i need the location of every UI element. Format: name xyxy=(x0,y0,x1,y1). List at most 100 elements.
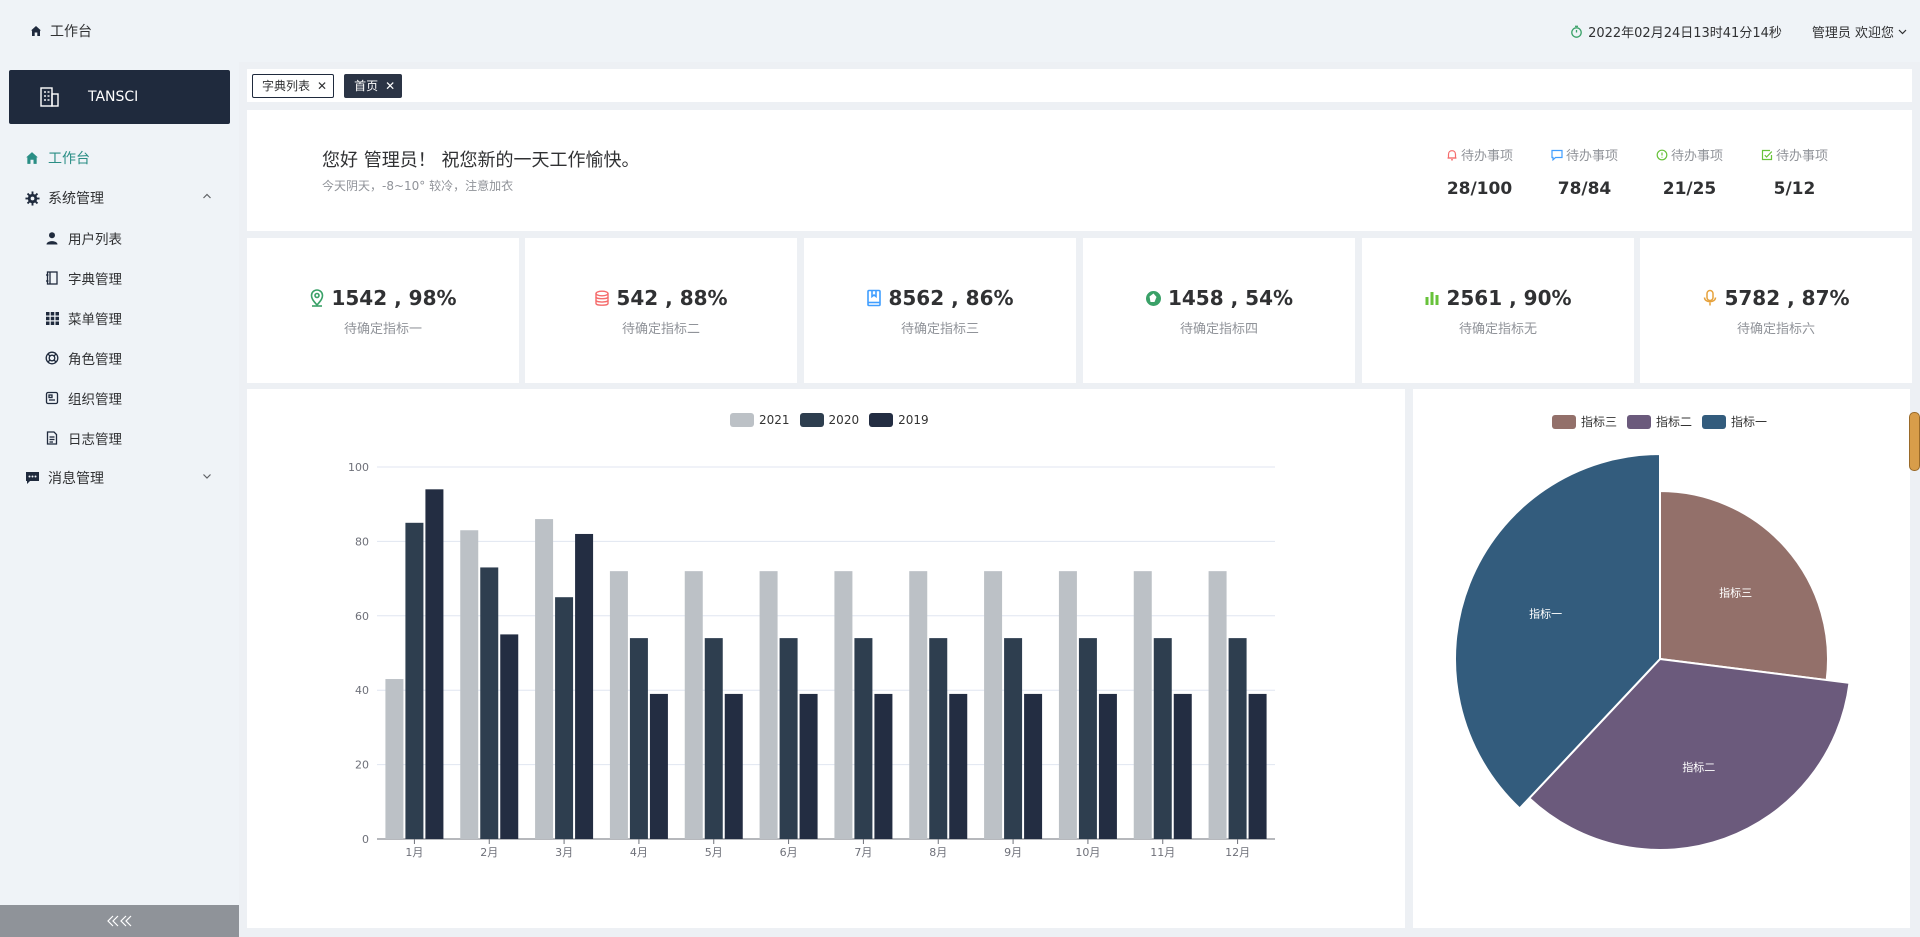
bar-2020 xyxy=(405,522,424,839)
todo-value: 21/25 xyxy=(1662,179,1717,199)
tab-home[interactable]: 首页 ✕ xyxy=(344,73,403,98)
bar-chart-panel: 2021 2020 2019 0 20 40 60 80 100 1月 2月 3月 4月 5月 6月 7… xyxy=(247,389,1405,928)
y-tick-label: 60 xyxy=(355,610,369,623)
stat-value: 1458 , 54% xyxy=(1167,286,1294,310)
bar-2020 xyxy=(629,638,648,839)
tabs-bar: 字典列表 ✕ 首页 ✕ xyxy=(247,69,1912,102)
bar-2019 xyxy=(425,489,444,839)
bar-2021 xyxy=(984,571,1003,839)
database-icon xyxy=(594,290,610,307)
sidebar-item-roles[interactable]: 角色管理 xyxy=(0,338,239,378)
todo-value: 5/12 xyxy=(1773,179,1816,199)
sidebar-item-menus[interactable]: 菜单管理 xyxy=(0,298,239,338)
sidebar-item-label: 工作台 xyxy=(48,151,90,167)
location-icon xyxy=(309,289,325,307)
todo-item[interactable]: 待办事项 5/12 xyxy=(1742,145,1847,199)
x-tick-label: 2月 xyxy=(480,846,498,859)
bar-chart-icon xyxy=(1424,290,1440,306)
sidebar-item-workbench[interactable]: 工作台 xyxy=(0,138,239,178)
close-icon[interactable]: ✕ xyxy=(317,80,327,92)
breadcrumb[interactable]: 工作台 xyxy=(30,21,92,41)
stopwatch-icon xyxy=(1570,25,1583,38)
stat-card[interactable]: 2561 , 90% 待确定指标无 xyxy=(1362,238,1634,383)
pie-chart: 指标三指标二 指标一 xyxy=(1454,453,1851,851)
tab-label: 字典列表 xyxy=(262,79,311,93)
notebook-icon xyxy=(44,270,60,286)
stat-label: 待确定指标六 xyxy=(1736,322,1815,337)
x-tick-label: 7月 xyxy=(854,846,872,859)
page-scrollbar[interactable] xyxy=(1909,412,1920,471)
aperture-icon xyxy=(1145,290,1162,307)
logo-text: TANSCI xyxy=(88,89,139,105)
gear-icon xyxy=(24,190,40,206)
todo-summary: 待办事项 28/100 待办事项 78/84 待办事项 21/25 待办事项 5… xyxy=(1427,145,1847,199)
stat-card[interactable]: 1542 , 98% 待确定指标一 xyxy=(247,238,519,383)
pie-slice-label: 指标三 xyxy=(1719,585,1752,599)
x-tick-label: 5月 xyxy=(705,846,723,859)
x-tick-label: 4月 xyxy=(630,846,648,859)
sidebar-item-dictionary[interactable]: 字典管理 xyxy=(0,258,239,298)
bar-2021 xyxy=(1133,571,1152,839)
user-menu[interactable]: 管理员 欢迎您 xyxy=(1812,22,1908,41)
x-tick-label: 3月 xyxy=(555,846,573,859)
collapse-sidebar-button[interactable] xyxy=(0,905,239,937)
bar-2020 xyxy=(854,638,873,839)
pie-slice-label: 指标一 xyxy=(1529,607,1562,621)
bar-2020 xyxy=(929,638,948,839)
close-icon[interactable]: ✕ xyxy=(385,80,395,92)
sidebar-item-system[interactable]: 系统管理 xyxy=(0,178,239,218)
stat-card[interactable]: 1458 , 54% 待确定指标四 xyxy=(1083,238,1355,383)
todo-value: 78/84 xyxy=(1557,179,1612,199)
bar-2019 xyxy=(575,533,594,839)
x-tick-label: 11月 xyxy=(1150,846,1175,859)
bar-2020 xyxy=(779,638,798,839)
bar-2020 xyxy=(480,567,499,839)
bar-2021 xyxy=(1058,571,1077,839)
bar-2020 xyxy=(1078,638,1097,839)
bar-2021 xyxy=(609,571,628,839)
x-tick-label: 1月 xyxy=(405,846,423,859)
y-tick-label: 100 xyxy=(348,461,369,474)
stat-value: 2561 , 90% xyxy=(1446,286,1572,310)
sidebar-item-label: 菜单管理 xyxy=(68,312,122,328)
sidebar-item-label: 角色管理 xyxy=(68,352,122,368)
logo[interactable]: TANSCI xyxy=(9,70,230,124)
stat-label: 待确定指标二 xyxy=(621,322,700,337)
book-icon xyxy=(866,289,882,307)
sidebar-item-logs[interactable]: 日志管理 xyxy=(0,418,239,458)
todo-item[interactable]: 待办事项 21/25 xyxy=(1637,145,1742,199)
stat-card[interactable]: 542 , 88% 待确定指标二 xyxy=(525,238,797,383)
sidebar-item-label: 组织管理 xyxy=(68,392,122,408)
greeting-text: 您好 管理员！ 祝您新的一天工作愉快。 xyxy=(322,150,640,171)
stat-label: 待确定指标三 xyxy=(900,322,979,337)
todo-item[interactable]: 待办事项 28/100 xyxy=(1427,145,1532,199)
chevron-down-icon xyxy=(1897,26,1908,37)
sidebar-item-label: 消息管理 xyxy=(48,471,104,487)
stat-value: 1542 , 98% xyxy=(331,286,457,310)
user-icon xyxy=(44,230,60,246)
x-tick-label: 12月 xyxy=(1225,846,1250,859)
sidebar-item-organization[interactable]: 组织管理 xyxy=(0,378,239,418)
bar-2019 xyxy=(1248,693,1267,839)
sidebar-item-messages[interactable]: 消息管理 xyxy=(0,458,239,498)
bar-2019 xyxy=(799,693,818,839)
lifebuoy-icon xyxy=(44,350,60,366)
org-icon xyxy=(44,390,60,406)
tab-dictionary-list[interactable]: 字典列表 ✕ xyxy=(252,73,335,98)
chat-icon xyxy=(1551,149,1563,161)
pie-chart-panel: 指标三 指标二 指标一 指标三 指标二 指标一 xyxy=(1413,389,1910,928)
stat-card[interactable]: 8562 , 86% 待确定指标三 xyxy=(804,238,1076,383)
bar-2019 xyxy=(874,693,893,839)
info-circle-icon xyxy=(1656,149,1668,161)
bar-2021 xyxy=(385,679,404,839)
todo-item[interactable]: 待办事项 78/84 xyxy=(1532,145,1637,199)
sidebar-item-label: 日志管理 xyxy=(68,432,122,448)
y-tick-label: 0 xyxy=(362,833,369,846)
y-tick-label: 80 xyxy=(355,535,369,548)
bar-2021 xyxy=(759,571,778,839)
sidebar-item-users[interactable]: 用户列表 xyxy=(0,218,239,258)
bell-icon xyxy=(1446,149,1458,161)
stat-card[interactable]: 5782 , 87% 待确定指标六 xyxy=(1640,238,1912,383)
bar-2021 xyxy=(535,519,554,839)
weather-text: 今天阴天，-8~10° 较冷，注意加衣 xyxy=(322,179,514,193)
